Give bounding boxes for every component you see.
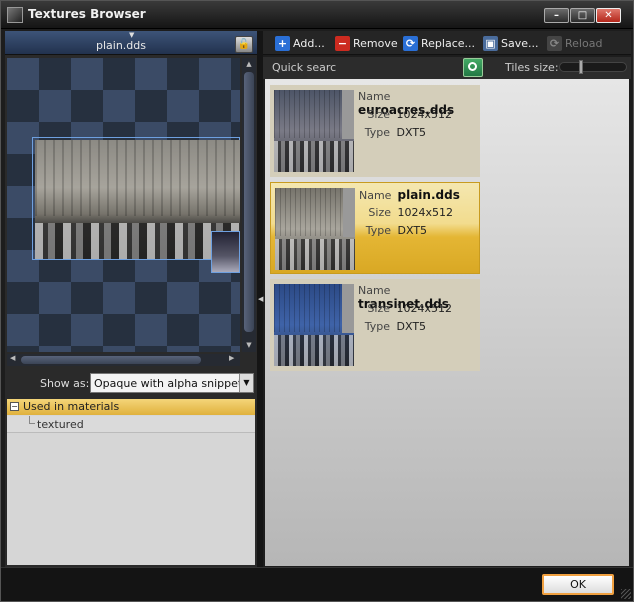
type-label: Type bbox=[365, 224, 391, 237]
search-icon[interactable] bbox=[463, 58, 483, 77]
name-label: Name bbox=[358, 90, 391, 103]
materials-group-header[interactable]: − Used in materials bbox=[7, 399, 255, 415]
remove-icon: − bbox=[335, 35, 350, 51]
remove-button-label: Remove bbox=[353, 36, 398, 50]
preview-horizontal-scrollbar[interactable]: ◀ ▶ bbox=[7, 354, 240, 366]
tile-name: plain.dds bbox=[397, 188, 460, 202]
reload-button[interactable]: ⟳ Reload bbox=[547, 34, 602, 52]
texture-thumbnail bbox=[275, 188, 355, 270]
tile-size: 1024x512 bbox=[397, 206, 454, 219]
horizontal-scroll-thumb[interactable] bbox=[21, 356, 201, 364]
window-title: Textures Browser bbox=[28, 7, 146, 21]
save-button[interactable]: ▣ Save... bbox=[483, 34, 539, 52]
size-label: Size bbox=[368, 206, 391, 219]
type-label: Type bbox=[364, 320, 390, 333]
show-as-value: Opaque with alpha snippet bbox=[94, 377, 243, 390]
preview-header: ▼ plain.dds 🔓 bbox=[5, 31, 257, 55]
texture-preview[interactable] bbox=[7, 58, 240, 352]
tile-size-row: Size 1024x512 bbox=[358, 302, 452, 315]
material-item[interactable]: textured bbox=[7, 416, 255, 433]
close-button[interactable]: ✕ bbox=[596, 8, 621, 23]
add-button-label: Add... bbox=[293, 36, 325, 50]
quick-search-label: Quick search: bbox=[272, 61, 347, 74]
dialog-footer: OK bbox=[1, 567, 633, 601]
name-label: Name bbox=[359, 189, 392, 202]
ok-button[interactable]: OK bbox=[542, 574, 614, 595]
reload-button-label: Reload bbox=[565, 36, 603, 50]
tile-type: DXT5 bbox=[396, 126, 427, 139]
add-button[interactable]: + Add... bbox=[275, 34, 325, 52]
materials-tree: − Used in materials textured bbox=[7, 399, 255, 565]
replace-icon: ⟳ bbox=[403, 35, 418, 51]
scroll-left-icon[interactable]: ◀ bbox=[10, 354, 15, 362]
reload-icon: ⟳ bbox=[547, 35, 562, 51]
dropdown-arrow-icon[interactable]: ▼ bbox=[239, 374, 253, 392]
alpha-snippet bbox=[211, 231, 240, 273]
texture-tile-euroacres[interactable]: Name euroacres.dds Size 1024x512 Type DX… bbox=[270, 85, 480, 177]
tile-type: DXT5 bbox=[396, 320, 427, 333]
preview-panel: ▼ plain.dds 🔓 ▲ ▼ ◀ ▶ Show as: Opaque wi… bbox=[5, 31, 257, 567]
preview-vertical-scrollbar[interactable]: ▲ ▼ bbox=[242, 58, 256, 352]
collapse-icon[interactable]: − bbox=[10, 402, 19, 411]
maximize-button[interactable]: □ bbox=[570, 8, 595, 23]
add-icon: + bbox=[275, 35, 290, 51]
tile-size: 1024x512 bbox=[396, 108, 453, 121]
name-label: Name bbox=[358, 284, 391, 297]
texture-thumbnail bbox=[274, 90, 354, 172]
show-as-label: Show as: bbox=[40, 377, 90, 390]
scroll-down-icon[interactable]: ▼ bbox=[242, 341, 256, 349]
toolbar: + Add... − Remove ⟳ Replace... ▣ Save...… bbox=[263, 31, 631, 55]
texture-tile-transinet[interactable]: Name transinet.dds Size 1024x512 Type DX… bbox=[270, 279, 480, 371]
texture-thumbnail bbox=[274, 284, 354, 366]
scroll-right-icon[interactable]: ▶ bbox=[229, 354, 234, 362]
minimize-button[interactable]: – bbox=[544, 8, 569, 23]
show-as-dropdown[interactable]: Opaque with alpha snippet ▼ bbox=[90, 373, 254, 393]
texture-tile-plain[interactable]: Name plain.dds Size 1024x512 Type DXT5 bbox=[270, 182, 480, 274]
tile-type-row: Type DXT5 bbox=[358, 126, 426, 139]
tile-type-row: Type DXT5 bbox=[359, 224, 427, 237]
collapse-left-icon[interactable]: ◀ bbox=[258, 295, 263, 303]
type-label: Type bbox=[364, 126, 390, 139]
replace-button[interactable]: ⟳ Replace... bbox=[403, 34, 475, 52]
caret-down-icon: ▼ bbox=[129, 31, 135, 39]
preview-texture-image bbox=[35, 140, 240, 259]
save-button-label: Save... bbox=[501, 36, 539, 50]
preview-file-name: plain.dds bbox=[96, 39, 146, 52]
quick-search-input[interactable] bbox=[337, 59, 463, 76]
tile-name-row: Name plain.dds bbox=[359, 188, 460, 202]
scroll-up-icon[interactable]: ▲ bbox=[242, 60, 256, 68]
show-as-row: Show as: Opaque with alpha snippet ▼ bbox=[5, 372, 257, 396]
size-label: Size bbox=[367, 108, 390, 121]
tiles-size-slider[interactable] bbox=[559, 60, 627, 74]
remove-button[interactable]: − Remove bbox=[335, 34, 398, 52]
materials-group-label: Used in materials bbox=[23, 400, 120, 413]
replace-button-label: Replace... bbox=[421, 36, 476, 50]
save-icon: ▣ bbox=[483, 35, 498, 51]
lock-icon[interactable]: 🔓 bbox=[235, 36, 253, 53]
size-label: Size bbox=[367, 302, 390, 315]
texture-tiles-area: Name euroacres.dds Size 1024x512 Type DX… bbox=[265, 79, 629, 566]
resize-grip-icon[interactable] bbox=[621, 589, 631, 599]
tile-size: 1024x512 bbox=[396, 302, 453, 315]
title-bar[interactable]: Textures Browser – □ ✕ bbox=[1, 1, 633, 29]
textures-browser-window: Textures Browser – □ ✕ ▼ plain.dds 🔓 ▲ ▼… bbox=[0, 0, 634, 602]
search-row: Quick search: Tiles size: bbox=[263, 57, 631, 79]
tile-size-row: Size 1024x512 bbox=[358, 108, 452, 121]
tiles-size-label: Tiles size: bbox=[505, 61, 559, 74]
tile-type: DXT5 bbox=[397, 224, 428, 237]
tree-connector bbox=[29, 416, 35, 424]
tiles-size-slider-knob[interactable] bbox=[579, 60, 583, 74]
app-icon bbox=[7, 7, 23, 23]
tile-size-row: Size 1024x512 bbox=[359, 206, 453, 219]
material-item-label: textured bbox=[37, 418, 84, 431]
tile-type-row: Type DXT5 bbox=[358, 320, 426, 333]
vertical-scroll-thumb[interactable] bbox=[244, 72, 254, 332]
